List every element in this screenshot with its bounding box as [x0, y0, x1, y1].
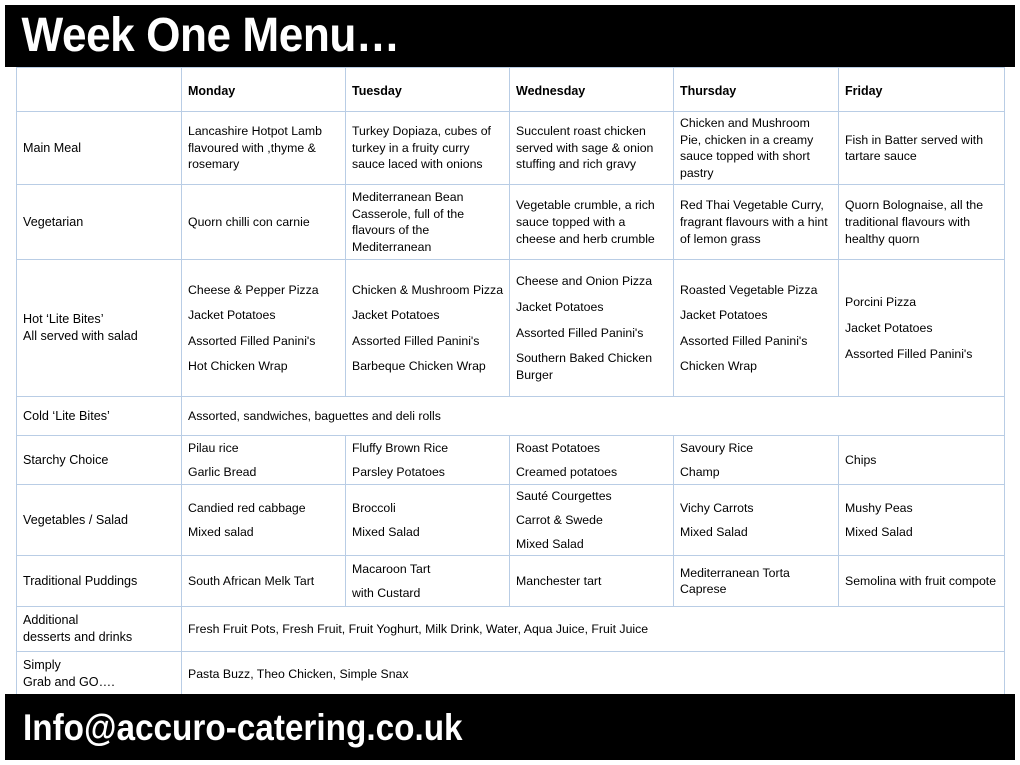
row-label-hot-lite-bites: Hot ‘Lite Bites’ All served with salad: [16, 259, 182, 398]
cell-simply-grab-and-go-all-days: Pasta Buzz, Theo Chicken, Simple Snax: [181, 651, 1005, 698]
cell-vegetables-salad-friday: Mushy Peas Mixed Salad: [838, 484, 1005, 557]
cell-starchy-choice-friday: Chips: [838, 435, 1005, 486]
cell-starchy-choice-wednesday: Roast Potatoes Creamed potatoes: [509, 435, 674, 486]
day-header-wednesday: Wednesday: [509, 67, 674, 112]
cell-main-meal-tuesday: Turkey Dopiaza, cubes of turkey in a fru…: [345, 110, 510, 186]
table-row-additional-desserts-drinks: Additional desserts and drinks Fresh Fru…: [16, 606, 1005, 653]
cell-traditional-puddings-thursday: Mediterranean Torta Caprese: [673, 555, 839, 608]
table-row-cold-lite-bites: Cold ‘Lite Bites’ Assorted, sandwiches, …: [16, 396, 1005, 437]
day-header-tuesday: Tuesday: [345, 67, 510, 112]
table-row-simply-grab-and-go: Simply Grab and GO…. Pasta Buzz, Theo Ch…: [16, 651, 1005, 698]
cell-vegetarian-friday: Quorn Bolognaise, all the traditional fl…: [838, 184, 1005, 261]
cell-hot-lite-bites-friday: Porcini Pizza Jacket Potatoes Assorted F…: [838, 259, 1005, 398]
table-row-hot-lite-bites: Hot ‘Lite Bites’ All served with salad C…: [16, 259, 1005, 398]
weekly-menu-table: Monday Tuesday Wednesday Thursday Friday…: [16, 67, 1005, 698]
cell-vegetables-salad-wednesday: Sauté Courgettes Carrot & Swede Mixed Sa…: [509, 484, 674, 557]
cell-vegetarian-monday: Quorn chilli con carnie: [181, 184, 346, 261]
header-banner: Week One Menu…: [5, 5, 1015, 67]
cell-main-meal-friday: Fish in Batter served with tartare sauce: [838, 110, 1005, 186]
cell-vegetables-salad-tuesday: Broccoli Mixed Salad: [345, 484, 510, 557]
cell-starchy-choice-monday: Pilau rice Garlic Bread: [181, 435, 346, 486]
cell-vegetarian-wednesday: Vegetable crumble, a rich sauce topped w…: [509, 184, 674, 261]
cell-vegetables-salad-monday: Candied red cabbage Mixed salad: [181, 484, 346, 557]
cell-hot-lite-bites-monday: Cheese & Pepper Pizza Jacket Potatoes As…: [181, 259, 346, 398]
cell-vegetarian-thursday: Red Thai Vegetable Curry, fragrant flavo…: [673, 184, 839, 261]
row-label-vegetarian: Vegetarian: [16, 184, 182, 261]
row-label-additional-desserts-drinks: Additional desserts and drinks: [16, 606, 182, 653]
cell-traditional-puddings-wednesday: Manchester tart: [509, 555, 674, 608]
row-label-simply-grab-and-go: Simply Grab and GO….: [16, 651, 182, 698]
cell-hot-lite-bites-thursday: Roasted Vegetable Pizza Jacket Potatoes …: [673, 259, 839, 398]
cell-vegetables-salad-thursday: Vichy Carrots Mixed Salad: [673, 484, 839, 557]
row-label-vegetables-salad: Vegetables / Salad: [16, 484, 182, 557]
row-label-cold-lite-bites: Cold ‘Lite Bites’: [16, 396, 182, 437]
table-row-starchy-choice: Starchy Choice Pilau rice Garlic Bread F…: [16, 435, 1005, 486]
table-header-row: Monday Tuesday Wednesday Thursday Friday: [16, 67, 1005, 112]
cell-main-meal-monday: Lancashire Hotpot Lamb flavoured with ,t…: [181, 110, 346, 186]
row-label-starchy-choice: Starchy Choice: [16, 435, 182, 486]
cell-traditional-puddings-tuesday: Macaroon Tart with Custard: [345, 555, 510, 608]
menu-table-container: Monday Tuesday Wednesday Thursday Friday…: [16, 67, 1005, 698]
footer-banner: Info@accuro-catering.co.uk: [5, 694, 1015, 760]
table-row-main-meal: Main Meal Lancashire Hotpot Lamb flavour…: [16, 110, 1005, 186]
page-title: Week One Menu…: [21, 9, 400, 62]
cell-main-meal-wednesday: Succulent roast chicken served with sage…: [509, 110, 674, 186]
table-row-vegetables-salad: Vegetables / Salad Candied red cabbage M…: [16, 484, 1005, 557]
cell-cold-lite-bites-all-days: Assorted, sandwiches, baguettes and deli…: [181, 396, 1005, 437]
corner-cell: [16, 67, 182, 112]
row-label-main-meal: Main Meal: [16, 110, 182, 186]
table-row-traditional-puddings: Traditional Puddings South African Melk …: [16, 555, 1005, 608]
contact-email: Info@accuro-catering.co.uk: [23, 706, 463, 748]
table-row-vegetarian: Vegetarian Quorn chilli con carnie Medit…: [16, 184, 1005, 261]
cell-traditional-puddings-monday: South African Melk Tart: [181, 555, 346, 608]
cell-hot-lite-bites-wednesday: Cheese and Onion Pizza Jacket Potatoes A…: [509, 259, 674, 398]
cell-main-meal-thursday: Chicken and Mushroom Pie, chicken in a c…: [673, 110, 839, 186]
cell-traditional-puddings-friday: Semolina with fruit compote: [838, 555, 1005, 608]
cell-starchy-choice-thursday: Savoury Rice Champ: [673, 435, 839, 486]
cell-hot-lite-bites-tuesday: Chicken & Mushroom Pizza Jacket Potatoes…: [345, 259, 510, 398]
cell-additional-desserts-drinks-all-days: Fresh Fruit Pots, Fresh Fruit, Fruit Yog…: [181, 606, 1005, 653]
day-header-friday: Friday: [838, 67, 1005, 112]
row-label-traditional-puddings: Traditional Puddings: [16, 555, 182, 608]
cell-starchy-choice-tuesday: Fluffy Brown Rice Parsley Potatoes: [345, 435, 510, 486]
day-header-monday: Monday: [181, 67, 346, 112]
day-header-thursday: Thursday: [673, 67, 839, 112]
cell-vegetarian-tuesday: Mediterranean Bean Casserole, full of th…: [345, 184, 510, 261]
